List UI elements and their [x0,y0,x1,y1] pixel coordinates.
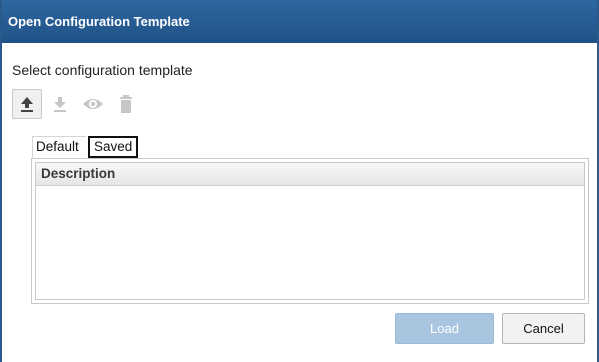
dialog-subtitle: Select configuration template [12,62,193,78]
eye-icon [83,99,103,109]
open-configuration-template-dialog: Open Configuration Template Select confi… [0,0,599,362]
upload-button[interactable] [12,89,42,119]
download-icon [54,97,66,112]
delete-button[interactable] [111,89,141,119]
tab-content-panel: Description [31,158,589,304]
tab-saved[interactable]: Saved [88,136,138,158]
tab-default[interactable]: Default [32,136,86,158]
cancel-button[interactable]: Cancel [502,313,585,344]
template-list[interactable]: Description [35,162,585,300]
trash-icon [120,95,132,113]
load-button[interactable]: Load [395,313,494,344]
preview-button[interactable] [78,89,108,119]
column-header-description[interactable]: Description [36,163,584,186]
download-button[interactable] [45,89,75,119]
dialog-title: Open Configuration Template [2,0,597,43]
upload-icon [21,97,33,112]
